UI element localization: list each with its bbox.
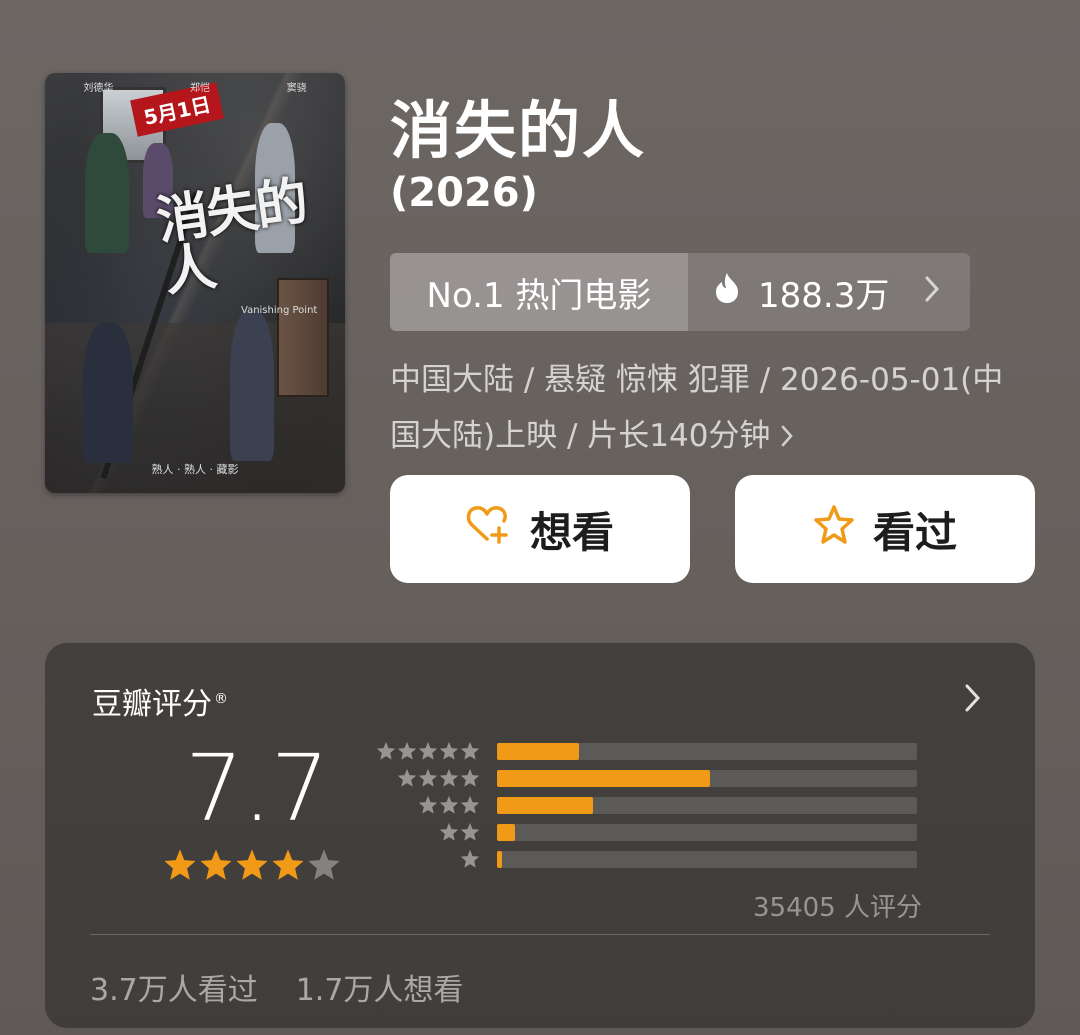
poster-cast-name: 郑恺 [189, 83, 210, 94]
meta-line-text: 国大陆)上映 / 片长140分钟 [390, 418, 771, 454]
row-stars [439, 822, 480, 842]
meta-line: 中国大陆 / 悬疑 惊悚 犯罪 / 2026-05-01(中 [390, 362, 1004, 398]
star-filled-icon [271, 848, 305, 882]
row-stars [460, 849, 480, 869]
poster-figure [83, 323, 133, 463]
rating-bar-track [497, 770, 917, 787]
star-small-icon [460, 741, 480, 761]
movie-title: 消失的人 [390, 94, 647, 167]
poster-slogan-text: 熟人 · 熟人 · 藏影 [151, 463, 239, 476]
rating-bar-track [497, 743, 917, 760]
poster-cast-name: 刘德华 [83, 83, 114, 94]
rating-title-text: 豆瓣评分 [92, 687, 212, 722]
star-small-icon [418, 741, 438, 761]
chevron-right-icon[interactable] [963, 683, 983, 717]
star-small-icon [439, 741, 459, 761]
rating-row [375, 741, 920, 761]
star-small-icon [460, 822, 480, 842]
chevron-right-icon [924, 272, 940, 312]
poster-cast-names: 刘德华 郑恺 窦骁 [45, 79, 345, 94]
poster-english-title: Vanishing Point [241, 305, 318, 316]
star-small-icon [397, 768, 417, 788]
heat-section[interactable]: 188.3万 [688, 253, 970, 331]
rating-bar-track [497, 851, 917, 868]
want-count[interactable]: 1.7万人想看 [296, 965, 464, 1009]
star-small-icon [439, 795, 459, 815]
registered-mark: ® [214, 691, 228, 707]
rating-bar-fill [497, 851, 502, 868]
rating-stars [163, 848, 341, 882]
rating-row [375, 822, 920, 842]
movie-meta[interactable]: 中国大陆 / 悬疑 惊悚 犯罪 / 2026-05-01(中 国大陆)上映 / … [390, 352, 1050, 466]
star-filled-icon [163, 848, 197, 882]
poster-cast-name: 窦骁 [286, 83, 307, 94]
watch-stats: 3.7万人看过 1.7万人想看 [90, 965, 463, 1009]
rating-bar-fill [497, 743, 579, 760]
rating-count: 35405 人评分 [753, 893, 922, 923]
star-small-icon [439, 768, 459, 788]
star-small-icon [418, 768, 438, 788]
movie-poster[interactable]: 5月1日 消失的人 Vanishing Point 刘德华 郑恺 窦骁 熟人 ·… [45, 73, 345, 493]
rating-bar-fill [497, 770, 710, 787]
star-small-icon [418, 795, 438, 815]
rating-bar-track [497, 797, 917, 814]
heart-plus-icon [466, 503, 512, 555]
heat-value: 188.3万 [758, 275, 890, 316]
movie-year: (2026) [390, 170, 538, 216]
row-stars [376, 741, 480, 761]
want-to-watch-button[interactable]: 想看 [390, 475, 690, 583]
watched-button[interactable]: 看过 [735, 475, 1035, 583]
rating-card-title: 豆瓣评分 ® [92, 679, 228, 723]
want-label: 想看 [529, 507, 614, 557]
row-stars [397, 768, 480, 788]
star-small-icon [397, 741, 417, 761]
poster-figure [85, 133, 129, 253]
rating-score: 7.7 [185, 735, 329, 842]
rating-bar-track [497, 824, 917, 841]
star-empty-icon [307, 848, 341, 882]
seen-label: 看过 [872, 507, 957, 557]
star-small-icon [439, 822, 459, 842]
rating-row [375, 849, 920, 869]
divider [90, 934, 990, 935]
star-small-icon [376, 741, 396, 761]
watched-count[interactable]: 3.7万人看过 [90, 965, 258, 1009]
flame-icon [714, 272, 740, 313]
rating-card[interactable]: 豆瓣评分 ® 7.7 35405 人评分 3.7万人看过 1.7万人想看 [45, 643, 1035, 1028]
poster-slogan: 熟人 · 熟人 · 藏影 [45, 461, 345, 477]
meta-line-2: 国大陆)上映 / 片长140分钟 [390, 408, 1050, 466]
rating-row [375, 768, 920, 788]
star-small-icon [460, 795, 480, 815]
rating-bar-fill [497, 824, 515, 841]
ranking-bar[interactable]: No.1 热门电影 188.3万 [390, 253, 970, 331]
rating-row [375, 795, 920, 815]
star-filled-icon [199, 848, 233, 882]
rating-bar-fill [497, 797, 593, 814]
star-filled-icon [235, 848, 269, 882]
poster-door [277, 278, 329, 397]
star-outline-icon [813, 504, 855, 554]
rank-label: No.1 热门电影 [390, 253, 688, 331]
chevron-right-icon [780, 410, 794, 466]
star-small-icon [460, 768, 480, 788]
poster-figure [230, 311, 274, 461]
row-stars [418, 795, 480, 815]
star-small-icon [460, 849, 480, 869]
